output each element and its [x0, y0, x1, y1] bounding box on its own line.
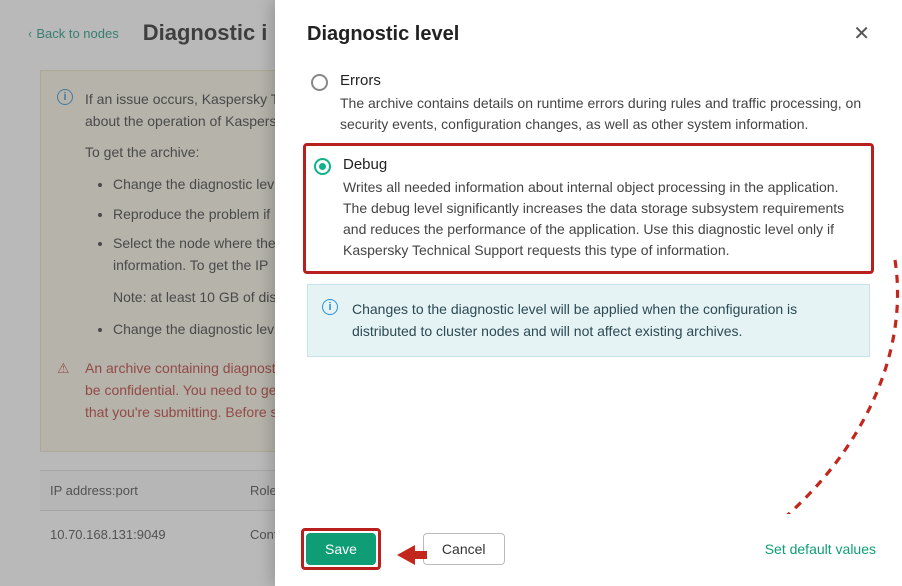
distribution-note: i Changes to the diagnostic level will b…	[307, 284, 870, 357]
note-text: Changes to the diagnostic level will be …	[352, 301, 797, 339]
annotation-highlight-debug: Debug Writes all needed information abou…	[303, 143, 874, 274]
annotation-arrowhead	[395, 536, 427, 562]
option-label: Debug	[343, 156, 863, 173]
option-description: The archive contains details on runtime …	[340, 93, 866, 135]
option-label: Errors	[340, 72, 866, 89]
option-debug[interactable]: Debug Writes all needed information abou…	[310, 150, 867, 267]
cancel-button[interactable]: Cancel	[423, 533, 505, 565]
close-button[interactable]: ✕	[847, 20, 876, 48]
option-description: Writes all needed information about inte…	[343, 177, 863, 261]
diagnostic-level-modal: Diagnostic level ✕ Errors The archive co…	[275, 0, 902, 586]
modal-title: Diagnostic level	[307, 23, 459, 46]
save-button[interactable]: Save	[306, 533, 376, 565]
info-icon: i	[322, 299, 338, 315]
set-default-values-link[interactable]: Set default values	[765, 541, 876, 557]
annotation-highlight-save: Save	[301, 528, 381, 570]
radio-selected-icon[interactable]	[314, 158, 331, 175]
radio-unselected-icon[interactable]	[311, 74, 328, 91]
option-errors[interactable]: Errors The archive contains details on r…	[307, 66, 870, 147]
close-icon: ✕	[853, 23, 870, 45]
